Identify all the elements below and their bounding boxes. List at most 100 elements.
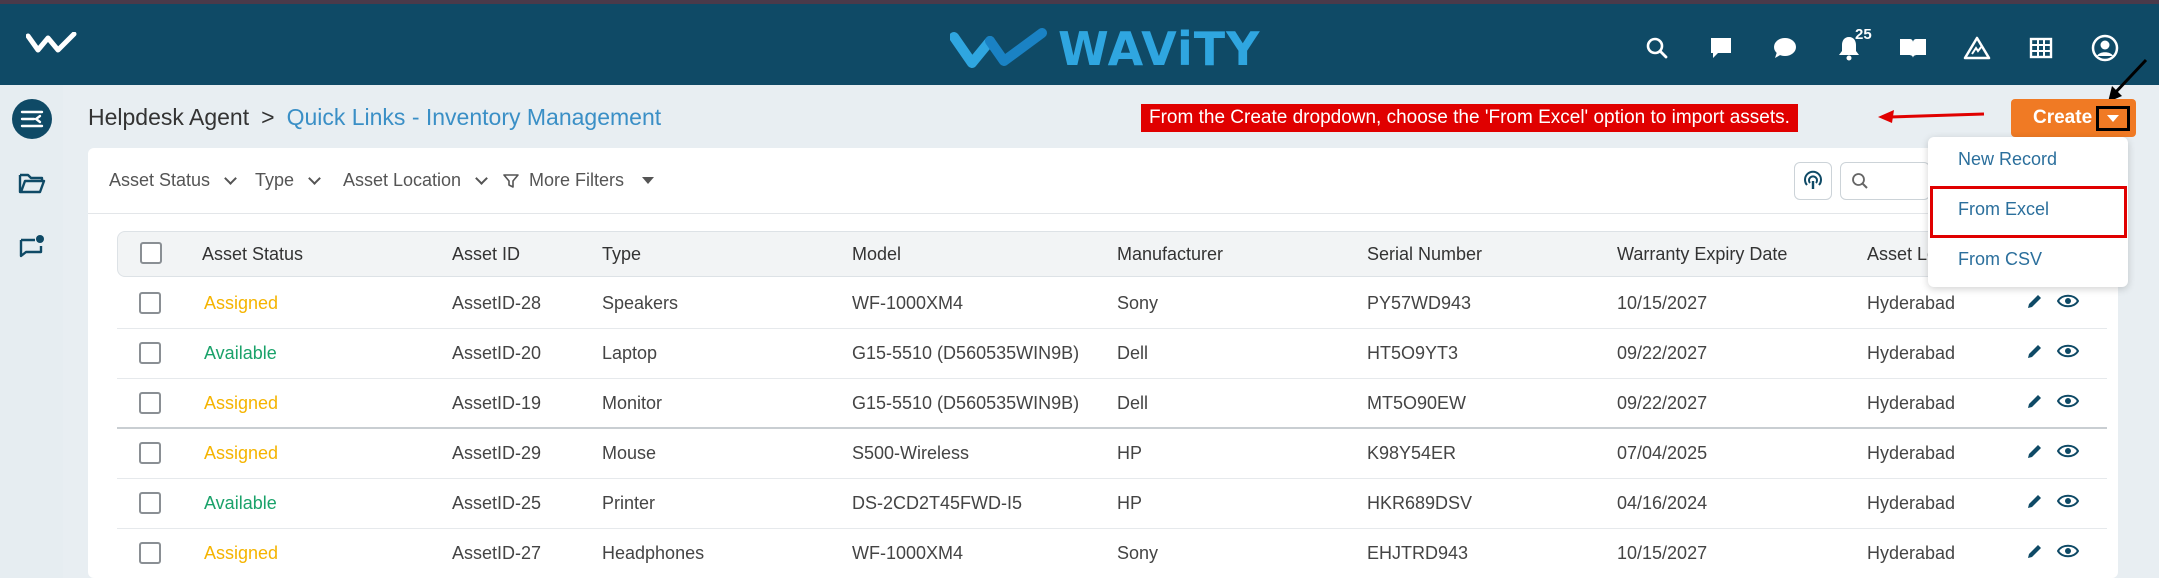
- select-all-checkbox[interactable]: [140, 242, 162, 264]
- view-eye-icon[interactable]: [2057, 493, 2079, 511]
- status-cell: Assigned: [204, 293, 279, 313]
- warning-icon[interactable]: [1945, 30, 2009, 66]
- status-cell: Assigned: [204, 393, 279, 413]
- view-eye-icon[interactable]: [2057, 443, 2079, 461]
- edit-pencil-icon[interactable]: [2025, 443, 2043, 461]
- column-header[interactable]: Serial Number: [1367, 244, 1482, 265]
- grid-icon[interactable]: [2009, 30, 2073, 66]
- type-cell: Monitor: [602, 393, 663, 413]
- row-actions: [2025, 493, 2079, 511]
- edit-pencil-icon[interactable]: [2025, 543, 2043, 561]
- model-cell: S500-Wireless: [852, 443, 970, 463]
- location-cell: Hyderabad: [1867, 443, 1956, 463]
- column-header[interactable]: Asset ID: [452, 244, 520, 265]
- create-dropdown-toggle[interactable]: [2096, 106, 2130, 131]
- column-header[interactable]: Model: [852, 244, 901, 265]
- manufacturer-cell: Sony: [1117, 543, 1159, 563]
- location-cell: Hyderabad: [1867, 493, 1956, 513]
- edit-pencil-icon[interactable]: [2025, 343, 2043, 361]
- search-icon: [1852, 173, 1868, 189]
- book-icon[interactable]: [1881, 30, 1945, 66]
- chevron-down-icon: [475, 171, 488, 185]
- warranty-cell: 09/22/2027: [1617, 343, 1708, 363]
- breadcrumb-current[interactable]: Quick Links - Inventory Management: [287, 104, 662, 130]
- serial-cell: HKR689DSV: [1367, 493, 1473, 513]
- more-filters-button[interactable]: More Filters: [503, 170, 655, 191]
- brand-mark-icon: [950, 28, 1047, 68]
- filter-asset-status[interactable]: Asset Status: [109, 170, 237, 191]
- broadcast-icon[interactable]: [1794, 162, 1832, 200]
- search-input[interactable]: [1840, 162, 1930, 200]
- assets-panel: Asset Status Type Asset Location More Fi…: [88, 148, 2118, 578]
- status-cell: Available: [204, 343, 277, 363]
- table-header: Asset Status Asset ID Type Model Manufac…: [117, 231, 2107, 277]
- row-actions: [2025, 393, 2079, 411]
- status-cell: Assigned: [204, 543, 279, 563]
- view-eye-icon[interactable]: [2057, 343, 2079, 361]
- column-header[interactable]: Asset Lo: [1867, 244, 1937, 265]
- type-cell: Mouse: [602, 443, 657, 463]
- table-row[interactable]: Available AssetID-20 Laptop G15-5510 (D5605…: [117, 329, 2107, 379]
- folder-icon[interactable]: [12, 163, 52, 203]
- message-icon[interactable]: [1689, 30, 1753, 66]
- view-eye-icon[interactable]: [2057, 293, 2079, 311]
- collapse-menu-icon[interactable]: [12, 99, 52, 139]
- bell-icon[interactable]: 25: [1817, 26, 1881, 66]
- type-cell: Printer: [602, 493, 656, 513]
- table-row[interactable]: Assigned AssetID-19 Monitor G15-5510 (D5605…: [117, 379, 2107, 429]
- brand-name: WAViTY: [1058, 22, 1261, 76]
- id-cell: AssetID-20: [452, 343, 542, 363]
- view-eye-icon[interactable]: [2057, 543, 2079, 561]
- breadcrumb-root[interactable]: Helpdesk Agent: [88, 104, 249, 130]
- more-filters-label: More Filters: [529, 170, 625, 190]
- menu-item-new-record[interactable]: New Record: [1958, 149, 2057, 170]
- wavity-logo-icon[interactable]: [25, 31, 78, 59]
- table-row[interactable]: Available AssetID-25 Printer DS-2CD2T45FWD-…: [117, 479, 2107, 529]
- column-header[interactable]: Asset Status: [202, 244, 303, 265]
- filter-type[interactable]: Type: [255, 170, 321, 191]
- table-row[interactable]: Assigned AssetID-27 Headphones WF-1000XM4 So…: [117, 529, 2107, 578]
- location-cell: Hyderabad: [1867, 293, 1956, 313]
- table-row[interactable]: Assigned AssetID-29 Mouse S500-Wireless HP K9…: [117, 429, 2107, 479]
- menu-item-from-csv[interactable]: From CSV: [1958, 249, 2042, 270]
- chat-icon[interactable]: [1753, 30, 1817, 66]
- serial-cell: K98Y54ER: [1367, 443, 1457, 463]
- warranty-cell: 09/22/2027: [1617, 393, 1708, 413]
- row-checkbox[interactable]: [139, 542, 161, 564]
- breadcrumb-separator: >: [261, 104, 275, 130]
- manufacturer-cell: HP: [1117, 493, 1143, 513]
- status-cell: Available: [204, 493, 277, 513]
- row-checkbox[interactable]: [139, 442, 161, 464]
- filter-bar: Asset Status Type Asset Location More Fi…: [88, 148, 2118, 214]
- edit-pencil-icon[interactable]: [2025, 293, 2043, 311]
- view-eye-icon[interactable]: [2057, 393, 2079, 411]
- serial-cell: EHJTRD943: [1367, 543, 1469, 563]
- from-excel-highlight-box: [1930, 186, 2127, 238]
- row-actions: [2025, 543, 2079, 561]
- row-checkbox[interactable]: [139, 292, 161, 314]
- chevron-down-icon: [308, 171, 321, 185]
- model-cell: WF-1000XM4: [852, 293, 964, 313]
- search-icon[interactable]: [1625, 30, 1689, 66]
- edit-pencil-icon[interactable]: [2025, 493, 2043, 511]
- warranty-cell: 10/15/2027: [1617, 293, 1708, 313]
- caret-down-icon: [2107, 115, 2119, 122]
- manufacturer-cell: Dell: [1117, 393, 1149, 413]
- row-checkbox[interactable]: [139, 392, 161, 414]
- table-row[interactable]: Assigned AssetID-28 Speakers WF-1000XM4 Sony…: [117, 279, 2107, 329]
- warranty-cell: 04/16/2024: [1617, 493, 1708, 513]
- filter-asset-location[interactable]: Asset Location: [343, 170, 488, 191]
- type-cell: Headphones: [602, 543, 705, 563]
- edit-pencil-icon[interactable]: [2025, 393, 2043, 411]
- brand-logo: WAViTY: [950, 22, 1260, 76]
- column-header[interactable]: Manufacturer: [1117, 244, 1223, 265]
- column-header[interactable]: Type: [602, 244, 641, 265]
- row-checkbox[interactable]: [139, 492, 161, 514]
- row-checkbox[interactable]: [139, 342, 161, 364]
- location-cell: Hyderabad: [1867, 343, 1956, 363]
- serial-cell: MT5O90EW: [1367, 393, 1467, 413]
- model-cell: WF-1000XM4: [852, 543, 964, 563]
- column-header[interactable]: Warranty Expiry Date: [1617, 244, 1787, 265]
- chat-notification-icon[interactable]: [12, 228, 52, 268]
- type-cell: Speakers: [602, 293, 679, 313]
